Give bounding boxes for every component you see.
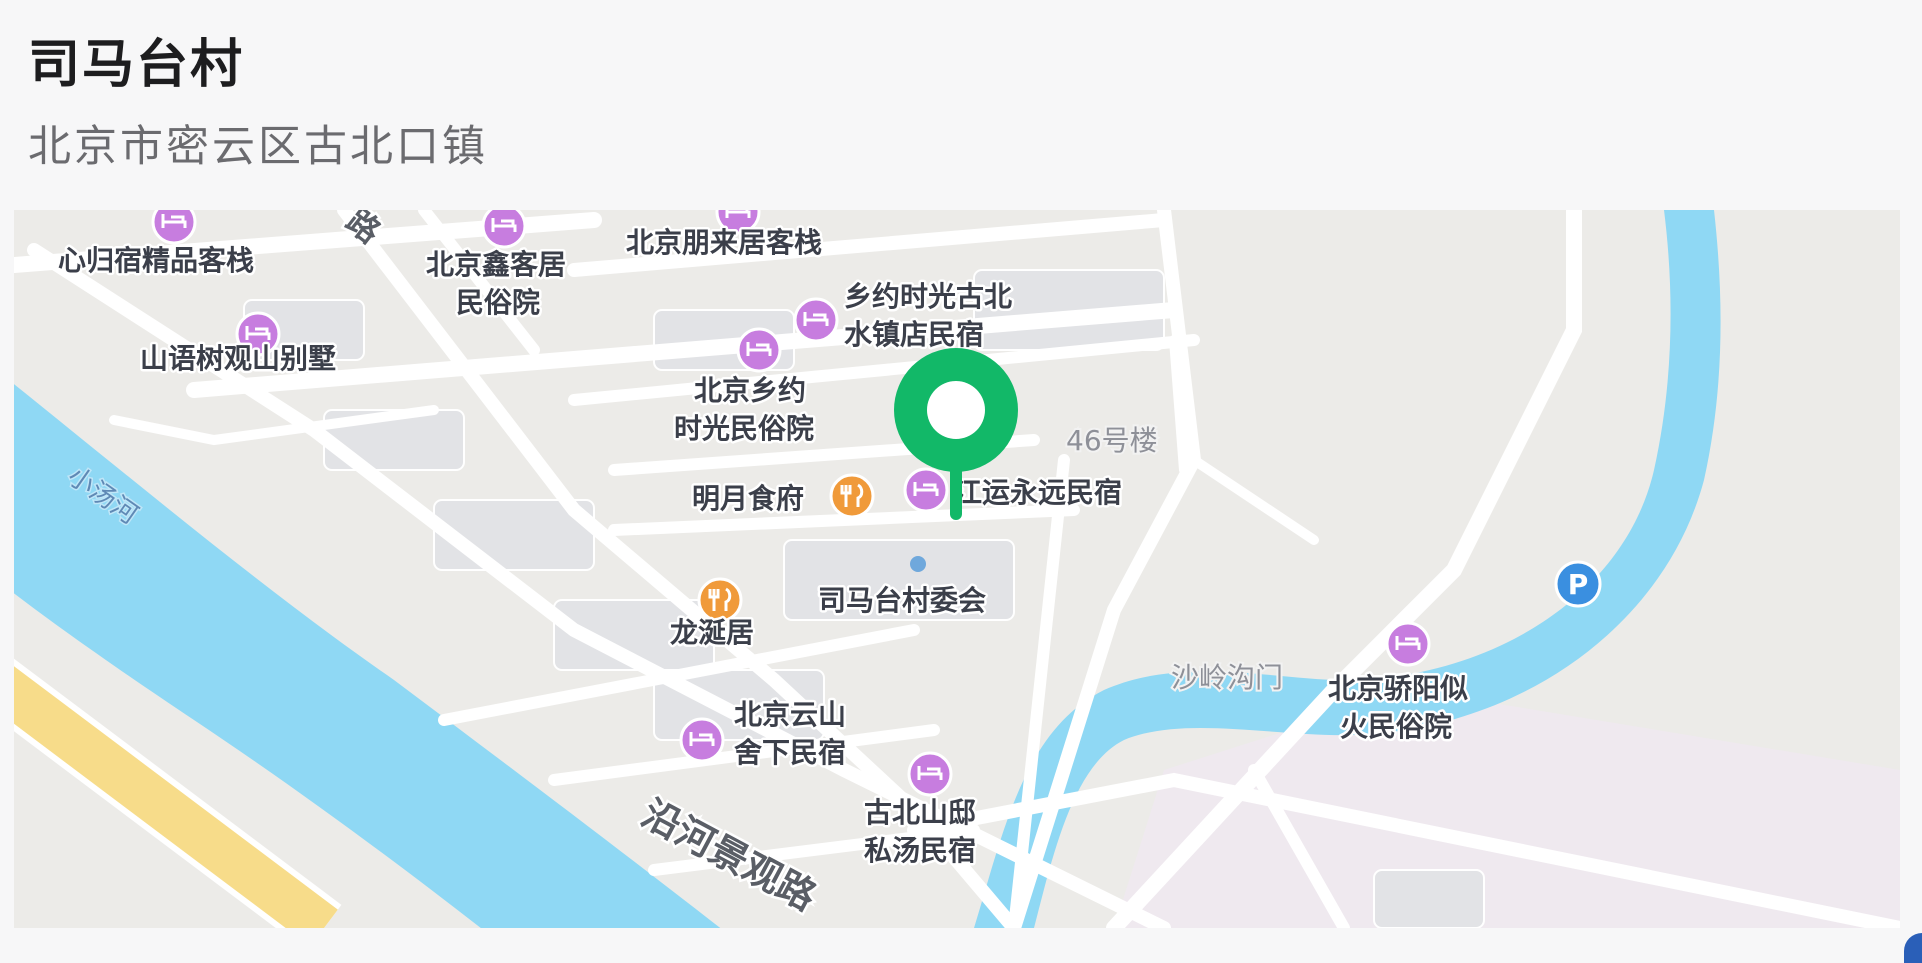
- poi-label[interactable]: 私汤民宿: [862, 832, 979, 870]
- poi-label[interactable]: 北京乡约: [692, 372, 809, 410]
- place-title: 司马台村: [28, 35, 245, 95]
- parking-label: P: [1568, 568, 1589, 601]
- poi-label[interactable]: 司马台村委会: [816, 582, 989, 620]
- poi-label[interactable]: 北京朋来居客栈: [624, 224, 825, 262]
- poi-label[interactable]: 北京骄阳似: [1326, 670, 1471, 708]
- poi-label[interactable]: 江运永远民宿: [952, 474, 1125, 512]
- poi-label[interactable]: 心归宿精品客栈: [56, 242, 257, 280]
- poi-label[interactable]: 北京云山: [732, 696, 849, 734]
- area-label-shalinggoumen: 沙岭沟门: [1171, 661, 1283, 694]
- poi-label[interactable]: 北京鑫客居: [424, 246, 569, 284]
- poi-label[interactable]: 水镇店民宿: [842, 316, 987, 354]
- location-card[interactable]: 司马台村 北京市密云区古北口镇 小汤河 路 沿河景观路 46号楼 沙岭沟门 P …: [0, 0, 1922, 963]
- poi-label[interactable]: 民俗院: [454, 284, 543, 322]
- poi-label[interactable]: 山语树观山别墅: [138, 340, 339, 378]
- poi-label[interactable]: 火民俗院: [1338, 708, 1455, 746]
- building-label-46: 46号楼: [1066, 424, 1158, 457]
- card-footer: [0, 930, 1922, 963]
- map-view[interactable]: 小汤河 路 沿河景观路 46号楼 沙岭沟门 P 心归宿精品客栈 北京鑫客居 民俗…: [14, 210, 1900, 928]
- poi-label[interactable]: 明月食府: [690, 480, 807, 518]
- map-canvas[interactable]: 小汤河 路 沿河景观路 46号楼 沙岭沟门 P 心归宿精品客栈 北京鑫客居 民俗…: [14, 210, 1900, 928]
- poi-label[interactable]: 时光民俗院: [672, 410, 817, 448]
- place-address: 北京市密云区古北口镇: [28, 122, 488, 172]
- poi-label[interactable]: 乡约时光古北: [842, 278, 1015, 316]
- parking-icon[interactable]: P: [1554, 560, 1602, 608]
- poi-label[interactable]: 龙涎居: [668, 614, 757, 652]
- poi-label[interactable]: 古北山邸: [862, 794, 979, 832]
- village-committee-dot[interactable]: [910, 556, 926, 572]
- poi-label[interactable]: 舍下民宿: [732, 734, 849, 772]
